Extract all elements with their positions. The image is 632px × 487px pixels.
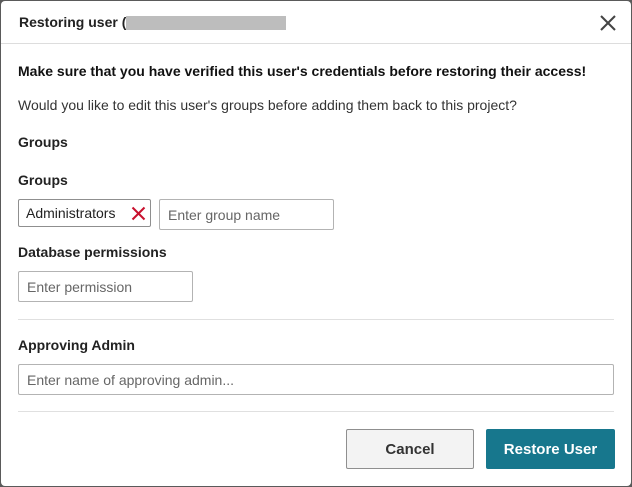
restore-user-dialog: Restoring user ( Make sure that you have… xyxy=(1,1,631,486)
close-icon xyxy=(600,15,616,31)
remove-tag-icon xyxy=(131,206,146,221)
approving-admin-label: Approving Admin xyxy=(18,337,135,353)
groups-section-heading: Groups xyxy=(18,134,68,150)
database-permissions-label: Database permissions xyxy=(18,244,167,260)
dialog-header: Restoring user ( xyxy=(1,1,631,44)
restore-user-button[interactable]: Restore User xyxy=(486,429,615,469)
section-divider xyxy=(18,319,614,320)
remove-group-button[interactable] xyxy=(131,206,146,221)
group-tag-administrators: Administrators xyxy=(18,199,151,227)
close-button[interactable] xyxy=(599,14,617,32)
cancel-button[interactable]: Cancel xyxy=(346,429,474,469)
edit-groups-question: Would you like to edit this user's group… xyxy=(18,97,517,113)
footer-divider xyxy=(18,411,614,412)
permission-input[interactable] xyxy=(18,271,193,302)
redacted-username xyxy=(126,16,286,30)
verification-warning: Make sure that you have verified this us… xyxy=(18,63,587,79)
approving-admin-input[interactable] xyxy=(18,364,614,395)
dialog-title: Restoring user ( xyxy=(19,14,127,30)
groups-label: Groups xyxy=(18,172,68,188)
group-tag-label: Administrators xyxy=(26,205,116,221)
group-name-input[interactable] xyxy=(159,199,334,230)
